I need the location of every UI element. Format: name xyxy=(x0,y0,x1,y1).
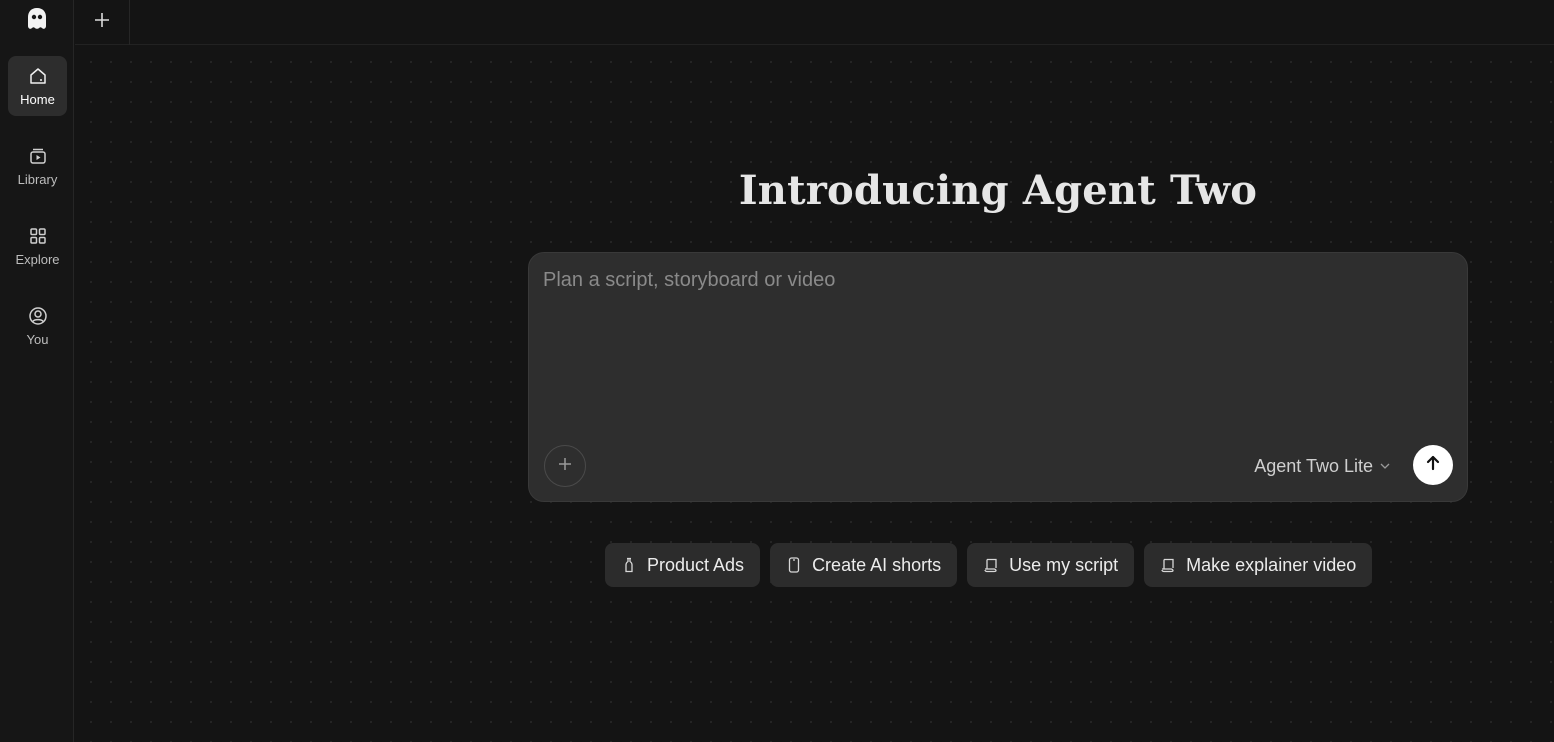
sidebar-item-label: You xyxy=(26,332,49,347)
chip-product-ads[interactable]: Product Ads xyxy=(605,543,761,587)
chip-label: Create AI shorts xyxy=(812,554,942,575)
top-bar xyxy=(75,0,1554,45)
model-select[interactable]: Agent Two Lite xyxy=(1254,455,1391,477)
sidebar-item-you[interactable]: You xyxy=(8,296,67,356)
chip-label: Product Ads xyxy=(647,554,745,575)
grid-icon xyxy=(28,226,48,246)
plus-icon xyxy=(557,456,573,477)
sidebar-item-explore[interactable]: Explore xyxy=(8,216,67,276)
sidebar: Home Library Explore You xyxy=(0,0,74,742)
script-icon xyxy=(1160,557,1176,573)
plus-icon xyxy=(93,11,111,34)
main-canvas: Introducing Agent Two Agent Two Lite xyxy=(75,46,1554,742)
chip-make-explainer-video[interactable]: Make explainer video xyxy=(1144,543,1373,587)
sidebar-item-label: Library xyxy=(17,172,58,187)
script-icon xyxy=(983,557,999,573)
library-icon xyxy=(28,146,48,166)
ghost-logo-icon[interactable] xyxy=(24,6,50,32)
bottle-icon xyxy=(621,557,637,573)
app-window: Home Library Explore You Introducing Age… xyxy=(0,0,1554,742)
user-circle-icon xyxy=(28,306,48,326)
chip-create-ai-shorts[interactable]: Create AI shorts xyxy=(770,543,958,587)
sidebar-item-label: Home xyxy=(20,92,55,107)
sidebar-item-library[interactable]: Library xyxy=(8,136,67,196)
send-button[interactable] xyxy=(1413,445,1453,485)
page-title: Introducing Agent Two xyxy=(738,167,1258,214)
model-select-label: Agent Two Lite xyxy=(1254,455,1373,476)
phone-icon xyxy=(786,557,802,573)
chip-label: Make explainer video xyxy=(1186,554,1357,575)
arrow-up-icon xyxy=(1424,454,1442,477)
suggestion-chips: Product Ads Create AI shorts Use my scri… xyxy=(605,543,1373,587)
chip-label: Use my script xyxy=(1009,554,1119,575)
prompt-composer: Agent Two Lite xyxy=(528,252,1468,502)
prompt-input[interactable] xyxy=(543,269,1443,429)
chip-use-my-script[interactable]: Use my script xyxy=(967,543,1135,587)
home-icon xyxy=(28,66,48,86)
sidebar-item-label: Explore xyxy=(15,252,60,267)
attach-button[interactable] xyxy=(544,445,586,487)
chevron-down-icon xyxy=(1379,456,1391,477)
new-tab-button[interactable] xyxy=(75,0,130,45)
sidebar-item-home[interactable]: Home xyxy=(8,56,67,116)
